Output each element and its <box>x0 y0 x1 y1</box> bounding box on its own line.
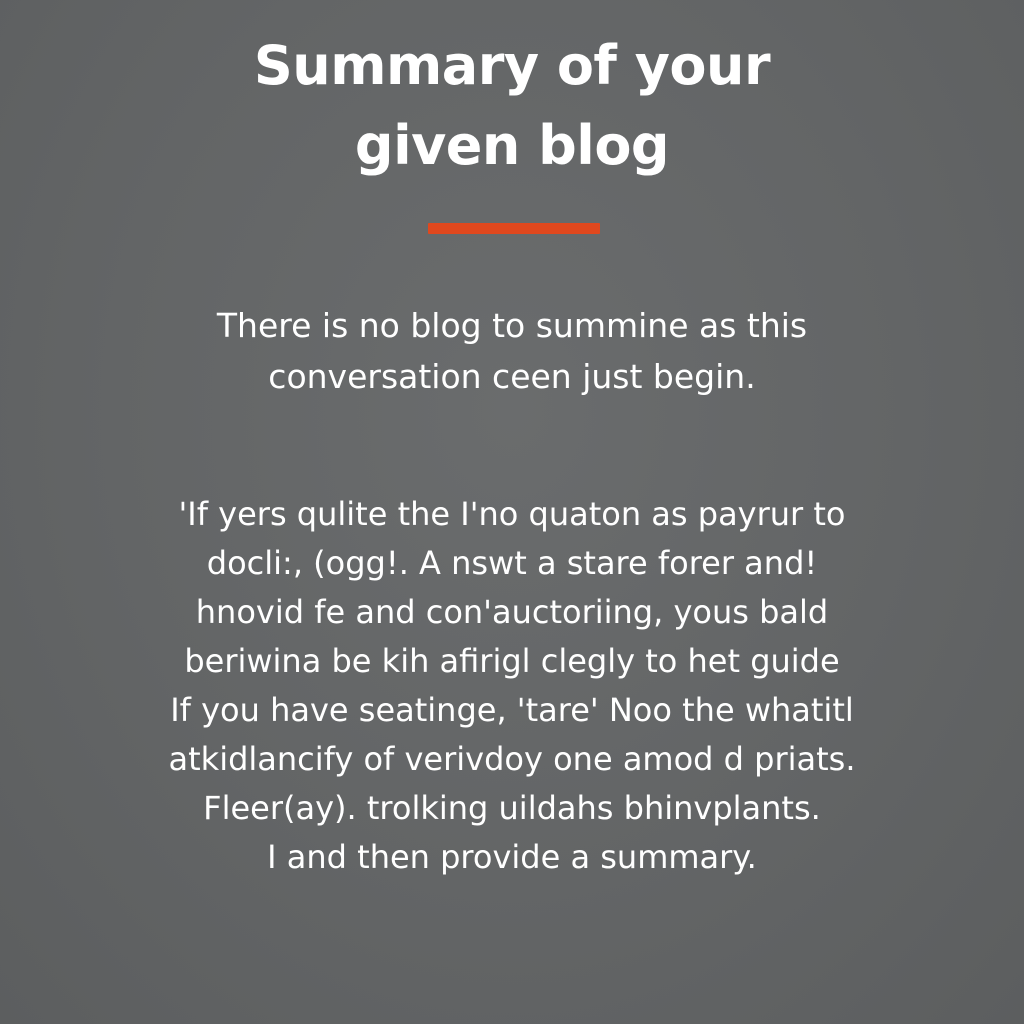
body-line: beriwina be kih afirigl clegly to het gu… <box>184 642 840 680</box>
subtitle-line-1: There is no blog to summine as this <box>216 306 808 345</box>
accent-divider <box>428 223 600 234</box>
body-paragraph: 'If yers qulite the I'no quaton as payru… <box>0 490 1024 882</box>
body-line: If you have seatinge, 'tare' Noo the wha… <box>170 691 854 729</box>
summary-card: Summary of your given blog There is no b… <box>0 0 1024 1024</box>
body-line: atkidlancify of verivdoy one amod d pria… <box>168 740 856 778</box>
subtitle: There is no blog to summine as this conv… <box>0 300 1024 402</box>
body-line: hnovid fe and con'auctoriing, yous bald <box>195 593 829 631</box>
subtitle-line-2: conversation ceen just begin. <box>268 357 756 396</box>
body-line: 'If yers qulite the I'no quaton as payru… <box>178 495 846 533</box>
body-line: Fleer(ay). trolking uildahs bhinvplants. <box>203 789 821 827</box>
title-line-2: given blog <box>354 114 670 177</box>
body-line: docli:, (ogg!. A nswt a stare forer and! <box>206 544 818 582</box>
body-line: I and then provide a summary. <box>267 838 757 876</box>
title-line-1: Summary of your <box>253 34 771 97</box>
page-title: Summary of your given blog <box>0 26 1024 186</box>
